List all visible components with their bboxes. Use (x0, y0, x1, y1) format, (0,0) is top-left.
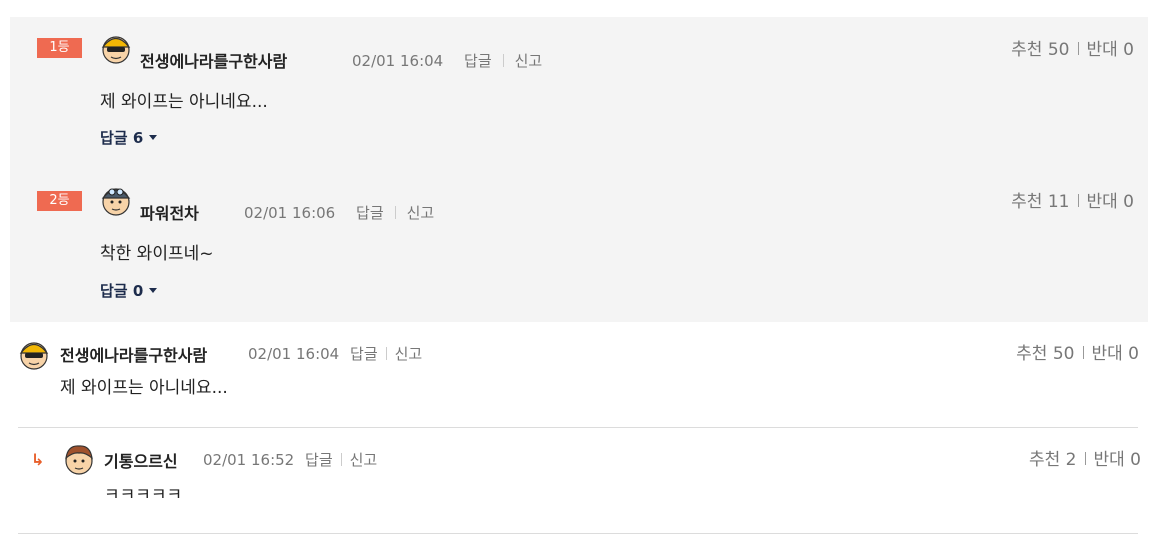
divider (1082, 346, 1084, 359)
comment-nickname[interactable]: 기통으르신 (104, 448, 178, 472)
comment-content: 제 와이프는 아니네요... (100, 92, 268, 112)
reply-link[interactable]: 답글 (356, 204, 384, 222)
divider (1077, 194, 1079, 207)
oppose-button[interactable]: 반대 0 (1087, 192, 1135, 212)
recommend-button[interactable]: 추천 50 (1016, 344, 1074, 364)
reply-link[interactable]: 답글 (350, 345, 378, 363)
rank-badge: 1등 (37, 38, 82, 58)
comment-divider (18, 427, 1138, 428)
comment-time: 02/01 16:06 (244, 204, 336, 222)
replies-toggle-button[interactable]: 답글 0 (100, 280, 158, 301)
divider (1084, 452, 1086, 465)
divider (340, 453, 342, 466)
oppose-button[interactable]: 반대 0 (1087, 40, 1135, 60)
oppose-button[interactable]: 반대 0 (1094, 450, 1142, 470)
comment-time: 02/01 16:04 (248, 345, 340, 363)
oppose-button[interactable]: 반대 0 (1092, 344, 1140, 364)
divider (1077, 42, 1079, 55)
replies-toggle-label: 답글 0 (100, 282, 144, 300)
comment-meta: 02/01 16:06 답글 신고 (244, 202, 434, 223)
rank-badge: 2등 (37, 191, 82, 211)
recommend-button[interactable]: 추천 11 (1011, 192, 1069, 212)
vote-counts: 추천 11 반대 0 (1011, 187, 1134, 212)
recommend-button[interactable]: 추천 2 (1029, 450, 1077, 470)
comment-content: 제 와이프는 아니네요... (60, 378, 228, 398)
divider (385, 347, 387, 360)
report-link[interactable]: 신고 (407, 204, 435, 222)
caret-down-icon (149, 288, 158, 293)
replies-toggle-label: 답글 6 (100, 129, 144, 147)
vote-counts: 추천 50 반대 0 (1011, 35, 1134, 60)
comment-nickname[interactable]: 파워전차 (140, 200, 199, 224)
report-link[interactable]: 신고 (350, 451, 378, 469)
yellow-helmet-avatar-icon (101, 36, 131, 64)
divider (394, 206, 396, 219)
comment-time: 02/01 16:52 (203, 451, 295, 469)
recommend-button[interactable]: 추천 50 (1011, 40, 1069, 60)
report-link[interactable]: 신고 (395, 345, 423, 363)
comment-meta: 02/01 16:04 답글 신고 (352, 50, 542, 71)
report-link[interactable]: 신고 (515, 52, 543, 70)
comment-content: 착한 와이프네~ (100, 244, 214, 264)
replies-toggle-button[interactable]: 답글 6 (100, 127, 158, 148)
caret-down-icon (149, 135, 158, 140)
reply-link[interactable]: 답글 (305, 451, 333, 469)
yellow-helmet-avatar-icon (19, 342, 49, 370)
comment-content: ㅋㅋㅋㅋㅋ (104, 485, 183, 505)
goggle-soldier-avatar-icon (101, 188, 131, 216)
comment-nickname[interactable]: 전생에나라를구한사람 (60, 342, 207, 366)
vote-counts: 추천 2 반대 0 (1029, 445, 1141, 470)
divider (502, 54, 504, 67)
brown-hair-avatar-icon (65, 445, 93, 475)
comment-nickname[interactable]: 전생에나라를구한사람 (140, 48, 287, 72)
vote-counts: 추천 50 반대 0 (1016, 339, 1139, 364)
comment-meta: 02/01 16:52 답글 신고 (203, 449, 377, 470)
reply-link[interactable]: 답글 (464, 52, 492, 70)
reply-arrow-icon: ↳ (31, 450, 45, 469)
comment-time: 02/01 16:04 (352, 52, 444, 70)
comment-meta: 02/01 16:04 답글 신고 (248, 343, 422, 364)
comment-divider (18, 533, 1138, 534)
